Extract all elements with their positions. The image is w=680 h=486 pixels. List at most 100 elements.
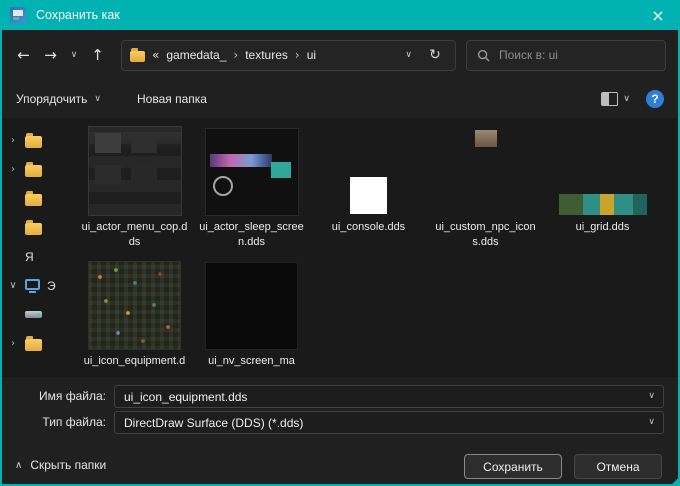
- file-name: ui_custom_npc_icons.dds: [435, 221, 536, 248]
- thumbnail-wrap: [310, 122, 427, 216]
- color-segment: [613, 194, 633, 215]
- folder-icon: [25, 219, 42, 235]
- thumbnail-detail-block: [270, 162, 291, 178]
- organize-menu-button[interactable]: Упорядочить ∨: [16, 92, 101, 106]
- filetype-row: Тип файла: DirectDraw Surface (DDS) (*.d…: [2, 411, 678, 434]
- thumbnail-detail-strip: [209, 154, 272, 167]
- file-name: ui_grid.dds: [575, 221, 630, 233]
- thumbnail-wrap: [76, 256, 193, 350]
- hide-folders-label: Скрыть папки: [30, 458, 107, 472]
- filename-label: Имя файла:: [39, 389, 106, 403]
- thumbnail-white-square: [350, 177, 387, 214]
- resize-grip[interactable]: [668, 474, 678, 484]
- file-item-ui-actor-menu[interactable]: ui_actor_menu_cop.dds: [76, 122, 193, 256]
- tree-item-folder[interactable]: [2, 184, 70, 213]
- filetype-label: Тип файла:: [42, 415, 106, 429]
- color-segment: [558, 194, 583, 215]
- view-icon: [601, 92, 619, 106]
- content-area: › › Я ∨ Э › ui_actor_menu_cop.dds ui_act…: [2, 118, 678, 377]
- color-segment: [632, 194, 647, 215]
- tree-item-folder[interactable]: ›: [2, 126, 70, 155]
- tree-item-this-pc[interactable]: ∨ Э: [2, 271, 70, 300]
- filetype-value: DirectDraw Surface (DDS) (*.dds): [124, 415, 304, 430]
- breadcrumb-overflow-icon[interactable]: «: [152, 48, 159, 62]
- refresh-button[interactable]: ↻: [423, 47, 447, 63]
- help-button[interactable]: ?: [646, 90, 664, 108]
- organize-label: Упорядочить: [16, 92, 88, 106]
- file-item-ui-console[interactable]: ui_console.dds: [310, 122, 427, 256]
- file-name: ui_console.dds: [331, 221, 406, 233]
- chevron-down-icon: ∨: [94, 94, 102, 104]
- thumbnail-wrap: [193, 256, 310, 350]
- breadcrumb-separator-icon: ›: [233, 48, 239, 62]
- navigation-bar: ← → ∨ ↑ « gamedata_ › textures › ui ∨ ↻ …: [2, 30, 678, 80]
- thumbnail-wrap: [193, 122, 310, 216]
- thumbnail-color-strip: [558, 194, 647, 215]
- file-name: ui_actor_sleep_screen.dds: [199, 221, 304, 248]
- tree-item-folder[interactable]: ›: [2, 155, 70, 184]
- folder-icon: [25, 335, 42, 351]
- tree-item-label: Я: [25, 249, 34, 264]
- search-placeholder: Поиск в: ui: [499, 48, 558, 62]
- cancel-button[interactable]: Отмена: [574, 454, 662, 479]
- file-item-ui-nv-screen[interactable]: ui_nv_screen_ma: [193, 256, 310, 370]
- expander-chevron-icon[interactable]: ›: [8, 135, 18, 146]
- breadcrumb-item-gamedata[interactable]: gamedata_: [166, 48, 226, 62]
- expander-chevron-icon[interactable]: ›: [8, 338, 18, 349]
- search-box[interactable]: Поиск в: ui: [466, 39, 666, 71]
- address-bar[interactable]: « gamedata_ › textures › ui ∨ ↻: [121, 39, 456, 71]
- thumbnail-wrap: [427, 122, 544, 216]
- filename-row: Имя файла: ui_icon_equipment.dds ∨: [2, 385, 678, 408]
- tree-item-ya[interactable]: Я: [2, 242, 70, 271]
- folder-icon: [25, 161, 42, 177]
- computer-icon: [25, 278, 40, 293]
- file-item-ui-icon-equipment[interactable]: ui_icon_equipment.dds: [76, 256, 193, 370]
- thumbnail-detail-ring: [212, 176, 233, 196]
- window-title: Сохранить как: [36, 8, 120, 22]
- thumbnail-wrap: [76, 122, 193, 216]
- breadcrumb-separator-icon: ›: [294, 48, 300, 62]
- new-folder-button[interactable]: Новая папка: [137, 92, 207, 106]
- tree-item-drive[interactable]: [2, 300, 70, 329]
- file-item-ui-actor-sleep[interactable]: ui_actor_sleep_screen.dds: [193, 122, 310, 256]
- file-item-ui-grid[interactable]: ui_grid.dds: [544, 122, 661, 256]
- tree-item-label: Э: [47, 278, 56, 293]
- file-name: ui_actor_menu_cop.dds: [81, 221, 188, 248]
- expander-chevron-icon[interactable]: ›: [8, 164, 18, 175]
- expander-chevron-icon[interactable]: ∨: [8, 280, 18, 291]
- save-button[interactable]: Сохранить: [464, 454, 562, 479]
- filename-value: ui_icon_equipment.dds: [124, 389, 248, 404]
- file-item-ui-custom-npc[interactable]: ui_custom_npc_icons.dds: [427, 122, 544, 256]
- tree-item-folder[interactable]: [2, 213, 70, 242]
- address-dropdown-chevron-icon[interactable]: ∨: [401, 50, 416, 60]
- back-button[interactable]: ←: [10, 41, 37, 69]
- file-name: ui_icon_equipment.dds: [83, 355, 186, 367]
- recent-locations-chevron-icon[interactable]: ∨: [64, 41, 84, 69]
- toolbar-right-group: ∨ ?: [601, 90, 664, 108]
- chevron-up-icon: ∧: [15, 459, 23, 471]
- up-button[interactable]: ↑: [84, 41, 111, 69]
- view-options-button[interactable]: ∨: [601, 92, 630, 106]
- breadcrumb-item-ui[interactable]: ui: [307, 48, 316, 62]
- file-list: ui_actor_menu_cop.dds ui_actor_sleep_scr…: [76, 122, 668, 370]
- command-toolbar: Упорядочить ∨ Новая папка ∨ ?: [2, 80, 678, 118]
- hide-folders-button[interactable]: ∧ Скрыть папки: [15, 458, 106, 472]
- app-icon: [10, 7, 26, 23]
- chevron-down-icon[interactable]: ∨: [648, 386, 655, 407]
- breadcrumb-item-textures[interactable]: textures: [245, 48, 288, 62]
- thumbnail-icon-spritesheet: [88, 261, 181, 350]
- forward-button[interactable]: →: [37, 41, 64, 69]
- filetype-combobox[interactable]: DirectDraw Surface (DDS) (*.dds) ∨: [114, 411, 664, 434]
- color-segment: [582, 194, 600, 215]
- thumbnail-black-texture: [205, 262, 298, 350]
- color-segment: [599, 194, 614, 215]
- filename-combobox[interactable]: ui_icon_equipment.dds ∨: [114, 385, 664, 408]
- search-icon: [477, 49, 490, 62]
- thumbnail-npc-portrait: [474, 130, 497, 147]
- thumbnail-wrap: [544, 122, 661, 216]
- chevron-down-icon[interactable]: ∨: [648, 412, 655, 433]
- tree-item-folder[interactable]: ›: [2, 329, 70, 358]
- file-name: ui_nv_screen_ma: [208, 355, 295, 367]
- close-button[interactable]: ×: [636, 2, 678, 30]
- folder-icon: [25, 190, 42, 206]
